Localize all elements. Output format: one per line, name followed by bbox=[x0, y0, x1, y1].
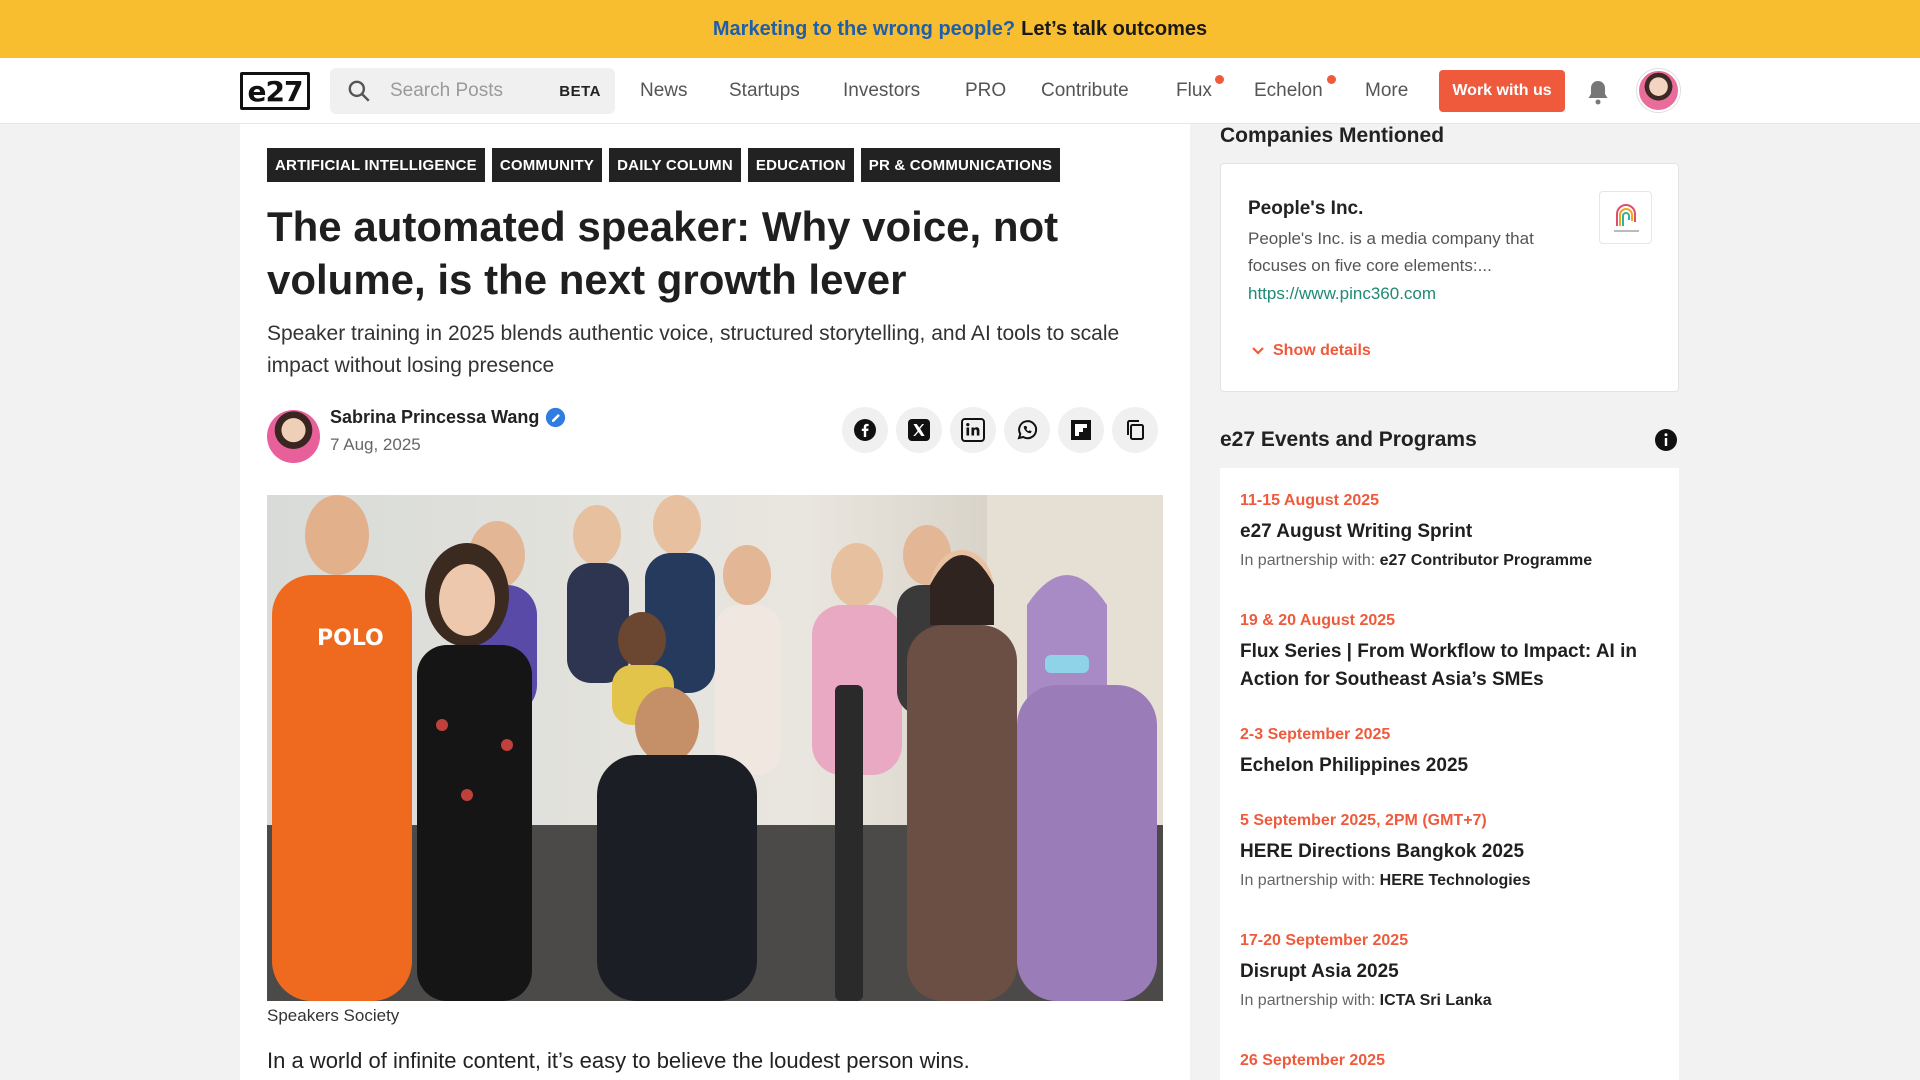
event-item[interactable]: 11-15 August 2025 e27 August Writing Spr… bbox=[1240, 492, 1660, 570]
promo-highlight[interactable]: Marketing to the wrong people? bbox=[713, 18, 1015, 41]
article-hero-image: POLO bbox=[267, 495, 1163, 1001]
echelon-notification-dot bbox=[1327, 75, 1336, 84]
company-description: People's Inc. is a media company that fo… bbox=[1248, 229, 1534, 275]
event-item[interactable]: 5 September 2025, 2PM (GMT+7) HERE Direc… bbox=[1240, 812, 1660, 890]
nav-item-contribute[interactable]: Contribute bbox=[1041, 80, 1129, 102]
search-input[interactable]: Search Posts bbox=[390, 80, 559, 102]
event-partner: In partnership with: HERE Technologies bbox=[1240, 872, 1660, 890]
partner-name: e27 Contributor Programme bbox=[1379, 552, 1593, 569]
event-item[interactable]: 2-3 September 2025 Echelon Philippines 2… bbox=[1240, 726, 1660, 780]
tag-education[interactable]: EDUCATION bbox=[747, 148, 854, 182]
partner-label: In partnership with: bbox=[1240, 872, 1376, 889]
event-partner: In partnership with: ICTA Sri Lanka bbox=[1240, 992, 1660, 1010]
partner-label: In partnership with: bbox=[1240, 992, 1376, 1009]
share-linkedin-button[interactable] bbox=[950, 407, 996, 453]
author-avatar[interactable] bbox=[267, 410, 320, 463]
category-tags: ARTIFICIAL INTELLIGENCE COMMUNITY DAILY … bbox=[267, 148, 1061, 182]
share-facebook-button[interactable] bbox=[842, 407, 888, 453]
article-main: ARTIFICIAL INTELLIGENCE COMMUNITY DAILY … bbox=[240, 124, 1190, 1080]
search-beta-badge: BETA bbox=[559, 82, 601, 100]
event-title[interactable]: HERE Directions Bangkok 2025 bbox=[1240, 838, 1660, 866]
article-lead-paragraph: In a world of infinite content, it’s eas… bbox=[267, 1048, 970, 1073]
share-whatsapp-button[interactable] bbox=[1004, 407, 1050, 453]
event-title[interactable]: e27 August Writing Sprint bbox=[1240, 518, 1660, 546]
promo-text[interactable]: Let’s talk outcomes bbox=[1021, 18, 1207, 41]
bell-icon[interactable] bbox=[1586, 79, 1610, 105]
search-bar[interactable]: Search Posts BETA bbox=[330, 68, 615, 114]
event-date: 11-15 August 2025 bbox=[1240, 492, 1380, 509]
nav-item-pro[interactable]: PRO bbox=[965, 80, 1006, 102]
tag-community[interactable]: COMMUNITY bbox=[491, 148, 603, 182]
event-date: 19 & 20 August 2025 bbox=[1240, 612, 1396, 629]
event-item[interactable]: 19 & 20 August 2025 Flux Series | From W… bbox=[1240, 612, 1660, 694]
events-list: 11-15 August 2025 e27 August Writing Spr… bbox=[1220, 468, 1679, 1080]
linkedin-icon bbox=[961, 418, 985, 442]
work-with-us-button[interactable]: Work with us bbox=[1439, 70, 1565, 112]
verified-badge-icon bbox=[546, 407, 566, 428]
event-item[interactable]: 26 September 2025 bbox=[1240, 1052, 1385, 1070]
top-nav: e27 Search Posts BETA News Startups Inve… bbox=[0, 58, 1920, 124]
nav-item-investors[interactable]: Investors bbox=[843, 80, 920, 102]
peoples-inc-logo-icon bbox=[1614, 204, 1639, 232]
partner-label: In partnership with: bbox=[1240, 552, 1376, 569]
partner-name: HERE Technologies bbox=[1379, 872, 1531, 889]
image-caption: Speakers Society bbox=[267, 1006, 400, 1025]
companies-mentioned-heading: Companies Mentioned bbox=[1220, 124, 1445, 147]
copy-link-button[interactable] bbox=[1112, 407, 1158, 453]
flux-notification-dot bbox=[1215, 75, 1224, 84]
tag-pr-communications[interactable]: PR & COMMUNICATIONS bbox=[860, 148, 1061, 182]
company-logo[interactable] bbox=[1599, 191, 1652, 244]
event-title[interactable]: Echelon Philippines 2025 bbox=[1240, 752, 1660, 780]
search-icon bbox=[348, 80, 370, 102]
share-flipboard-button[interactable] bbox=[1058, 407, 1104, 453]
svg-text:POLO: POLO bbox=[317, 626, 384, 651]
publish-date: 7 Aug, 2025 bbox=[330, 435, 421, 454]
x-icon bbox=[908, 419, 930, 441]
event-title[interactable]: Flux Series | From Workflow to Impact: A… bbox=[1240, 638, 1660, 694]
event-date: 2-3 September 2025 bbox=[1240, 726, 1391, 743]
show-details-label: Show details bbox=[1273, 342, 1371, 359]
group-photo: POLO bbox=[267, 495, 1163, 1001]
nav-item-news[interactable]: News bbox=[640, 80, 688, 102]
tag-daily-column[interactable]: DAILY COLUMN bbox=[609, 148, 741, 182]
promo-banner[interactable]: Marketing to the wrong people? Let’s tal… bbox=[0, 0, 1920, 58]
company-card: People's Inc. People's Inc. is a media c… bbox=[1220, 163, 1679, 392]
event-date: 5 September 2025, 2PM (GMT+7) bbox=[1240, 812, 1487, 829]
company-url-link[interactable]: https://www.pinc360.com bbox=[1248, 284, 1436, 304]
event-partner: In partnership with: e27 Contributor Pro… bbox=[1240, 552, 1660, 570]
copy-icon bbox=[1127, 420, 1144, 440]
event-title[interactable]: Disrupt Asia 2025 bbox=[1240, 958, 1660, 986]
nav-item-startups[interactable]: Startups bbox=[729, 80, 800, 102]
nav-item-flux[interactable]: Flux bbox=[1176, 80, 1212, 102]
whatsapp-icon bbox=[1017, 420, 1038, 440]
event-item[interactable]: 17-20 September 2025 Disrupt Asia 2025 I… bbox=[1240, 932, 1660, 1010]
author-byline: Sabrina Princessa Wang bbox=[330, 407, 566, 428]
event-date: 17-20 September 2025 bbox=[1240, 932, 1409, 949]
show-details-button[interactable]: Show details bbox=[1251, 342, 1371, 360]
user-avatar[interactable] bbox=[1637, 69, 1680, 112]
company-name[interactable]: People's Inc. bbox=[1248, 198, 1363, 220]
nav-item-echelon[interactable]: Echelon bbox=[1254, 80, 1323, 102]
share-buttons bbox=[842, 407, 1158, 453]
event-date: 26 September 2025 bbox=[1240, 1052, 1385, 1069]
flipboard-icon bbox=[1071, 420, 1091, 440]
info-icon[interactable] bbox=[1654, 428, 1678, 452]
nav-item-more[interactable]: More bbox=[1365, 80, 1408, 102]
chevron-down-icon bbox=[1252, 347, 1264, 355]
events-heading: e27 Events and Programs bbox=[1220, 428, 1477, 451]
article-title: The automated speaker: Why voice, not vo… bbox=[267, 203, 1059, 303]
partner-name: ICTA Sri Lanka bbox=[1379, 992, 1492, 1009]
share-x-button[interactable] bbox=[896, 407, 942, 453]
facebook-icon bbox=[854, 419, 876, 441]
author-name[interactable]: Sabrina Princessa Wang bbox=[330, 407, 539, 428]
e27-logo[interactable]: e27 bbox=[240, 72, 310, 110]
article-subtitle: Speaker training in 2025 blends authenti… bbox=[267, 322, 1120, 377]
tag-artificial-intelligence[interactable]: ARTIFICIAL INTELLIGENCE bbox=[267, 148, 485, 182]
